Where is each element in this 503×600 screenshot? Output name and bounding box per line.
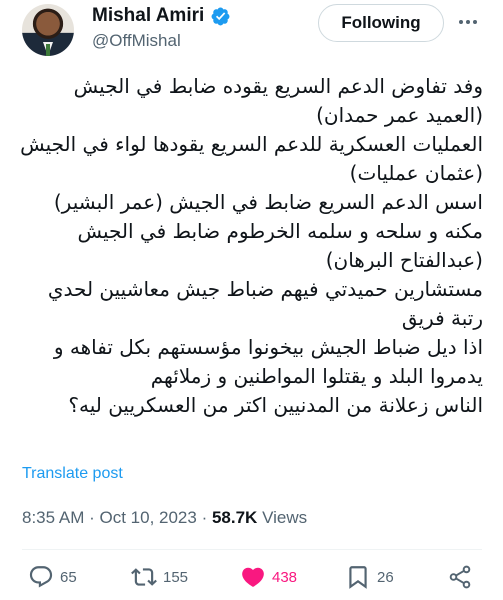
tweet-date[interactable]: Oct 10, 2023 — [100, 508, 197, 527]
repost-count: 155 — [163, 568, 189, 586]
repost-icon — [131, 568, 157, 586]
tweet-text-line: (عثمان عمليات) — [349, 161, 483, 185]
tweet-text-line: مكنه و سلحه و سلمه الخرطوم ضابط في الجيش — [77, 219, 483, 243]
tweet-meta: 8:35 AM · Oct 10, 2023 · 58.7K Views — [22, 508, 307, 528]
like-count: 438 — [272, 568, 298, 586]
tweet-text-line: العمليات العسكرية للدعم السريع يقودها لو… — [20, 132, 483, 156]
bookmark-count: 26 — [377, 568, 394, 586]
meta-separator: · — [201, 508, 212, 527]
views-label: Views — [262, 508, 308, 527]
tweet-text-line: (العميد عمر حمدان) — [316, 103, 483, 127]
reply-icon — [29, 566, 53, 588]
tweet-text-line: يدمروا البلد و يقتلوا المواطنين و زملائه… — [150, 364, 483, 388]
translate-post-link[interactable]: Translate post — [22, 465, 123, 483]
tweet-text-line: الناس زعلانة من المدنيين اكتر من العسكري… — [68, 393, 483, 417]
share-icon — [449, 565, 471, 589]
avatar[interactable] — [22, 4, 74, 56]
author-display-name[interactable]: Mishal Amiri — [92, 5, 204, 27]
tweet-text-line: (عبدالفتاح البرهان) — [325, 248, 483, 272]
more-options-icon[interactable] — [455, 12, 481, 32]
share-button[interactable] — [447, 563, 473, 591]
tweet-text-line: وفد تفاوض الدعم السريع يقوده ضابط في الج… — [73, 74, 483, 98]
author-name-row: Mishal Amiri — [92, 5, 231, 27]
author-handle[interactable]: @OffMishal — [92, 31, 181, 51]
tweet-text: وفد تفاوض الدعم السريع يقوده ضابط في الج… — [18, 72, 483, 420]
tweet-text-line: مستشارين حميدتي فيهم ضباط جيش معاشيين لح… — [47, 277, 483, 301]
tweet-header: Mishal Amiri @OffMishal Following — [0, 0, 503, 66]
meta-separator: · — [89, 508, 100, 527]
divider — [22, 549, 482, 550]
tweet-time[interactable]: 8:35 AM — [22, 508, 84, 527]
repost-button[interactable]: 155 — [131, 563, 188, 591]
reply-button[interactable]: 65 — [28, 563, 77, 591]
bookmark-button[interactable]: 26 — [345, 563, 394, 591]
tweet-text-line: اذا ديل ضباط الجيش بيخونوا مؤسستهم بكل ت… — [53, 335, 483, 359]
heart-icon — [242, 567, 264, 587]
tweet-text-line: اسس الدعم السريع ضابط في الجيش (عمر البش… — [53, 190, 483, 214]
avatar-tie — [46, 44, 50, 56]
verified-badge-icon — [211, 7, 230, 25]
tweet-text-line: رتبة فريق — [401, 306, 483, 330]
like-button[interactable]: 438 — [240, 563, 297, 591]
views-count: 58.7K — [211, 508, 258, 527]
bookmark-icon — [349, 566, 367, 589]
action-bar: 65 155 438 26 — [0, 563, 503, 599]
reply-count: 65 — [60, 568, 77, 586]
following-button[interactable]: Following — [318, 4, 444, 42]
